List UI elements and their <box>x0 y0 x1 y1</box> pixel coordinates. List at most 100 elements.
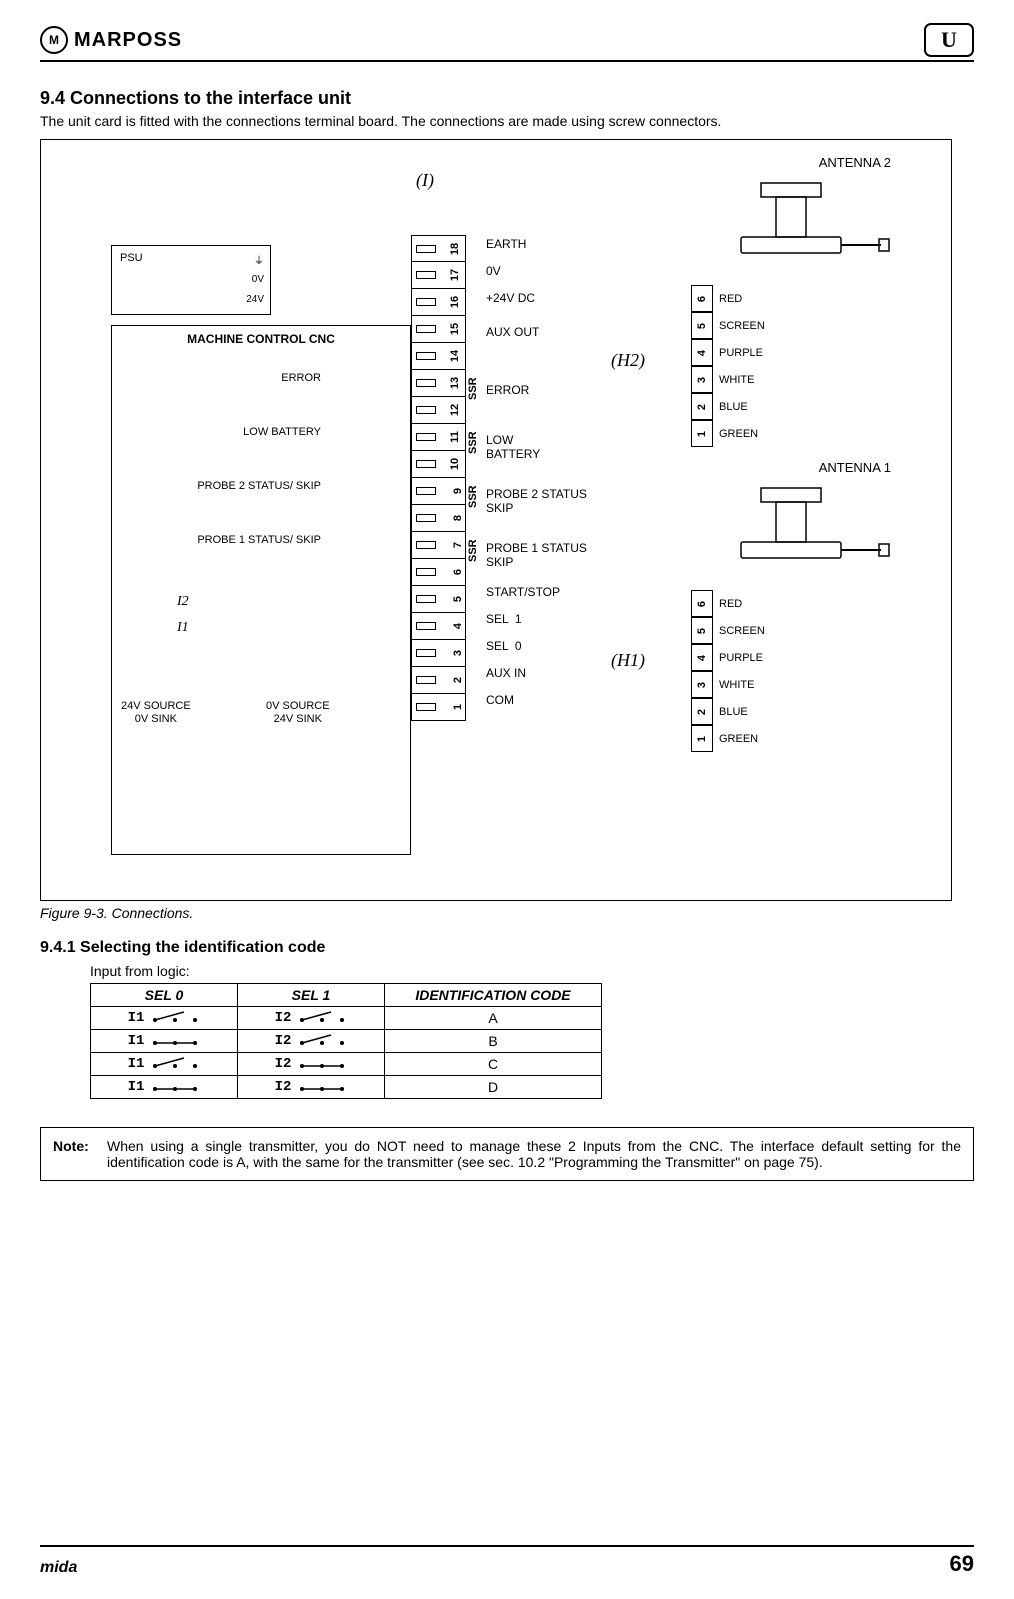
i1-label: I1 <box>177 620 189 636</box>
section-heading: 9.4 Connections to the interface unit <box>40 88 974 109</box>
footer-left: mida <box>40 1559 77 1577</box>
cell-sel0: I1 <box>91 1007 238 1030</box>
cell-code: B <box>385 1030 602 1053</box>
h1-color-2: BLUE <box>719 706 748 718</box>
psu-0v: 0V <box>252 274 264 285</box>
cell-sel0: I1 <box>91 1076 238 1099</box>
col-sel0: SEL 0 <box>91 984 238 1007</box>
psu-block: PSU ⏚ 0V 24V <box>111 245 271 315</box>
note-box: Note: When using a single transmitter, y… <box>40 1127 974 1181</box>
note-label: Note: <box>53 1138 107 1170</box>
h1-color-5: SCREEN <box>719 625 765 637</box>
signal-sel-0: SEL 0 <box>486 639 522 653</box>
h2-color-6: RED <box>719 293 742 305</box>
figure-connections: (I) (H2) (H1) PSU ⏚ 0V 24V MACHINE CONTR… <box>40 139 952 901</box>
ssr-label-2: SSR <box>467 431 479 454</box>
table-row: I1I2B <box>91 1030 602 1053</box>
connector-H1: 1GREEN2BLUE3WHITE4PURPLE5SCREEN6RED <box>691 590 765 752</box>
signal-low-battery: LOW BATTERY <box>486 433 540 461</box>
ssr-label-1: SSR <box>467 377 479 400</box>
col-sel1: SEL 1 <box>238 984 385 1007</box>
h1-color-3: WHITE <box>719 679 754 691</box>
terminal-pin-8: 8 <box>411 505 466 532</box>
h1-pin-5: 5 <box>691 617 713 644</box>
h1-pin-4: 4 <box>691 644 713 671</box>
terminal-pin-9: 9 <box>411 478 466 505</box>
id-code-table-wrap: Input from logic: SEL 0 SEL 1 IDENTIFICA… <box>90 963 974 1099</box>
terminal-pin-18: 18 <box>411 235 466 262</box>
ssr-label-4: SSR <box>467 539 479 562</box>
left-sig-lowbatt: LOW BATTERY <box>171 426 321 438</box>
cell-sel1: I2 <box>238 1076 385 1099</box>
id-code-table: SEL 0 SEL 1 IDENTIFICATION CODE I1I2AI1I… <box>90 983 602 1099</box>
connector-H2: 1GREEN2BLUE3WHITE4PURPLE5SCREEN6RED <box>691 285 765 447</box>
cell-sel1: I2 <box>238 1053 385 1076</box>
h2-pin-5: 5 <box>691 312 713 339</box>
h2-pin-4: 4 <box>691 339 713 366</box>
terminal-pin-6: 6 <box>411 559 466 586</box>
col-idcode: IDENTIFICATION CODE <box>385 984 602 1007</box>
cnc-block: MACHINE CONTROL CNC <box>111 325 411 855</box>
cell-sel1: I2 <box>238 1030 385 1053</box>
table-row: I1I2D <box>91 1076 602 1099</box>
psu-24v: 24V <box>246 294 264 305</box>
src-0v-24v: 0V SOURCE 24V SINK <box>266 700 330 726</box>
input-from-logic-label: Input from logic: <box>90 963 974 979</box>
signal-com: COM <box>486 693 514 707</box>
footer-page-number: 69 <box>950 1551 974 1577</box>
cell-sel1: I2 <box>238 1007 385 1030</box>
cell-code: A <box>385 1007 602 1030</box>
psu-earth-icon: ⏚ <box>254 252 264 267</box>
page-footer: mida 69 <box>40 1545 974 1577</box>
signal-probe-2-status-skip: PROBE 2 STATUS SKIP <box>486 487 587 515</box>
table-row: I1I2A <box>91 1007 602 1030</box>
h2-pin-3: 3 <box>691 366 713 393</box>
i2-label: I2 <box>177 594 189 610</box>
terminal-pin-14: 14 <box>411 343 466 370</box>
brand-circle-icon: M <box>40 26 68 54</box>
terminal-pin-12: 12 <box>411 397 466 424</box>
terminal-pin-17: 17 <box>411 262 466 289</box>
terminal-block-I: 181716151413121110987654321 <box>411 235 466 721</box>
subsection-heading: 9.4.1 Selecting the identification code <box>40 939 974 957</box>
table-row: I1I2C <box>91 1053 602 1076</box>
signal-start/stop: START/STOP <box>486 585 560 599</box>
src-24v-0v: 24V SOURCE 0V SINK <box>121 700 191 726</box>
h1-pin-3: 3 <box>691 671 713 698</box>
terminal-pin-11: 11 <box>411 424 466 451</box>
terminal-pin-15: 15 <box>411 316 466 343</box>
h2-pin-1: 1 <box>691 420 713 447</box>
page: M MARPOSS U 9.4 Connections to the inter… <box>0 0 1014 1599</box>
terminal-pin-4: 4 <box>411 613 466 640</box>
h1-pin-1: 1 <box>691 725 713 752</box>
page-header: M MARPOSS U <box>40 20 974 60</box>
signal-aux-out: AUX OUT <box>486 325 539 339</box>
cell-code: C <box>385 1053 602 1076</box>
h1-pin-6: 6 <box>691 590 713 617</box>
h2-pin-2: 2 <box>691 393 713 420</box>
h1-color-1: GREEN <box>719 733 758 745</box>
terminal-pin-1: 1 <box>411 694 466 721</box>
antenna-2-icon <box>681 155 911 305</box>
left-sig-error: ERROR <box>171 372 321 384</box>
h2-color-1: GREEN <box>719 428 758 440</box>
signal-probe-1-status-skip: PROBE 1 STATUS SKIP <box>486 541 587 569</box>
h2-color-5: SCREEN <box>719 320 765 332</box>
terminal-pin-10: 10 <box>411 451 466 478</box>
left-sig-p2: PROBE 2 STATUS/ SKIP <box>171 480 321 492</box>
cell-sel0: I1 <box>91 1053 238 1076</box>
h2-pin-6: 6 <box>691 285 713 312</box>
brand-text: MARPOSS <box>74 29 182 52</box>
terminal-pin-2: 2 <box>411 667 466 694</box>
figure-tag-H2: (H2) <box>611 350 645 371</box>
signal-earth: EARTH <box>486 237 526 251</box>
h1-color-4: PURPLE <box>719 652 763 664</box>
h1-pin-2: 2 <box>691 698 713 725</box>
terminal-pin-16: 16 <box>411 289 466 316</box>
ssr-label-3: SSR <box>467 485 479 508</box>
section-intro: The unit card is fitted with the connect… <box>40 113 974 129</box>
cnc-title: MACHINE CONTROL CNC <box>112 332 410 346</box>
terminal-pin-7: 7 <box>411 532 466 559</box>
terminal-pin-5: 5 <box>411 586 466 613</box>
brand-logo: M MARPOSS <box>40 26 182 54</box>
